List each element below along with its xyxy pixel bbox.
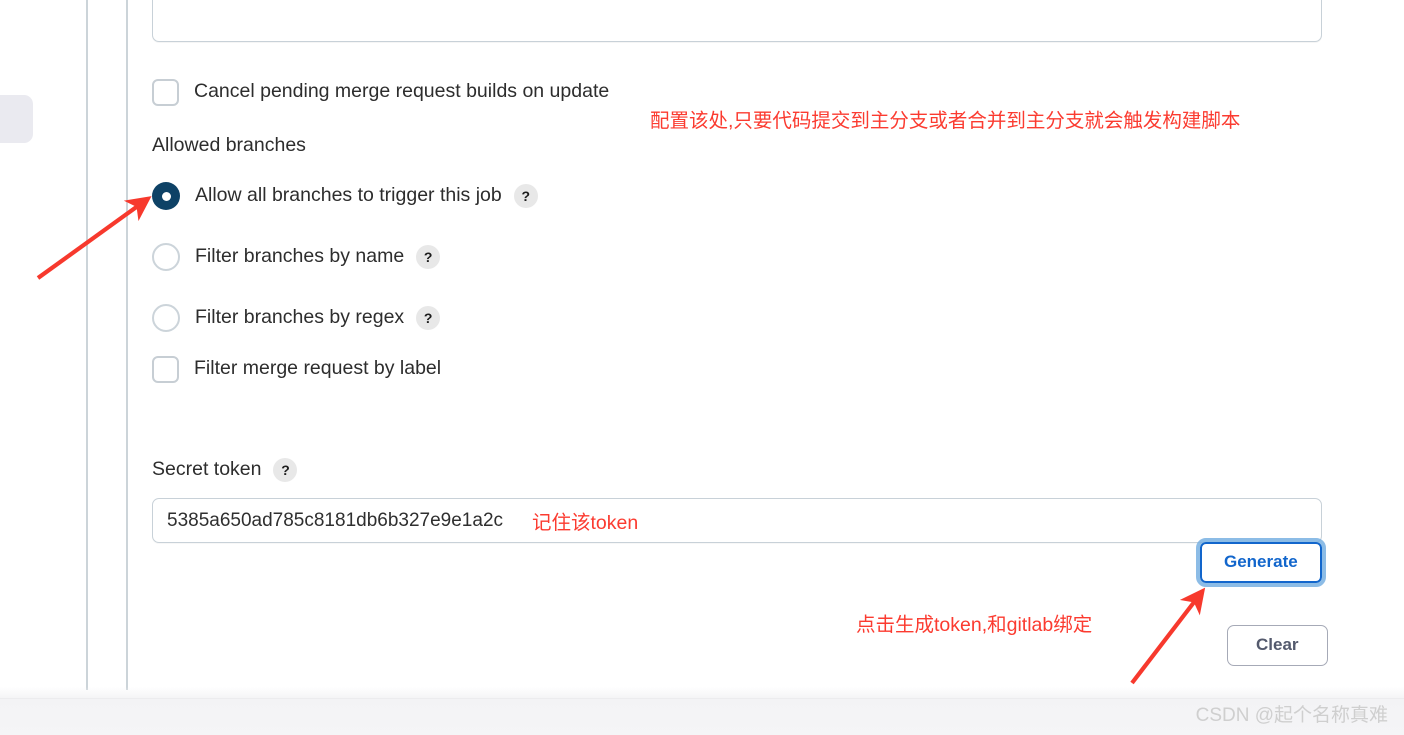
annotation-arrow-generate (1130, 587, 1206, 685)
clear-button[interactable]: Clear (1227, 625, 1328, 666)
help-icon-allow-all[interactable]: ? (513, 184, 538, 208)
filter-branches-by-regex-radio[interactable] (152, 304, 180, 332)
top-textarea[interactable] (152, 0, 1322, 42)
checkbox-row-filter-label[interactable]: Filter merge request by label (152, 354, 441, 384)
secret-token-value: 5385a650ad785c8181db6b327e9e1a2c (167, 509, 504, 531)
help-icon-filter-name[interactable]: ? (416, 245, 441, 269)
cancel-pending-row[interactable]: Cancel pending merge request builds on u… (152, 77, 609, 107)
secret-token-label: Secret token (152, 458, 262, 481)
allow-all-branches-label: Allow all branches to trigger this job (195, 184, 502, 207)
tree-guide-line-outer (86, 0, 88, 690)
bottom-gradient-band (0, 687, 1404, 735)
allowed-branches-heading: Allowed branches (152, 134, 306, 156)
radio-row-filter-regex[interactable]: Filter branches by regex ? (152, 303, 441, 333)
filter-branches-by-name-radio[interactable] (152, 243, 180, 271)
page-root: Cancel pending merge request builds on u… (0, 0, 1404, 735)
annotation-text-token: 记住该token (532, 512, 639, 534)
sidebar-chip (0, 95, 33, 143)
annotation-text-generate: 点击生成token,和gitlab绑定 (856, 614, 1093, 636)
filter-merge-request-by-label-checkbox[interactable] (152, 355, 179, 383)
allow-all-branches-radio[interactable] (152, 182, 180, 210)
tree-guide-line-inner (126, 0, 128, 690)
radio-row-filter-name[interactable]: Filter branches by name ? (152, 242, 441, 272)
filter-branches-by-regex-label: Filter branches by regex (195, 306, 405, 329)
help-icon-filter-regex[interactable]: ? (416, 306, 441, 330)
csdn-watermark: CSDN @起个名称真难 (1195, 705, 1388, 726)
secret-token-input[interactable]: 5385a650ad785c8181db6b327e9e1a2c (152, 498, 1322, 543)
filter-branches-by-name-label: Filter branches by name (195, 245, 405, 268)
bottom-divider (0, 698, 1404, 699)
filter-merge-request-by-label-label: Filter merge request by label (194, 357, 442, 380)
cancel-pending-label: Cancel pending merge request builds on u… (194, 80, 610, 103)
secret-token-label-row: Secret token ? (152, 458, 298, 482)
generate-button[interactable]: Generate (1196, 538, 1326, 587)
cancel-pending-checkbox[interactable] (152, 78, 179, 106)
radio-row-allow-all[interactable]: Allow all branches to trigger this job ? (152, 181, 538, 211)
help-icon-secret-token[interactable]: ? (273, 458, 298, 482)
annotation-text-top: 配置该处,只要代码提交到主分支或者合并到主分支就会触发构建脚本 (650, 110, 1241, 132)
